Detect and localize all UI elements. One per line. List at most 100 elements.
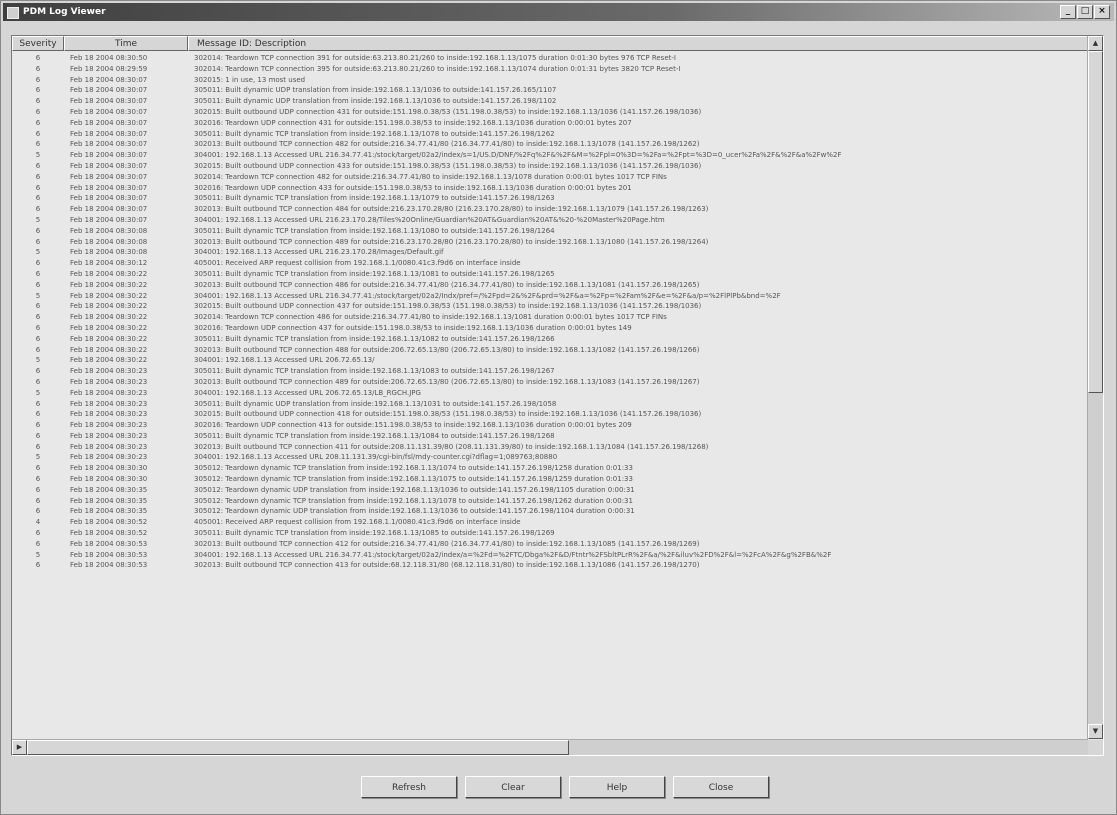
table-row[interactable]: 6 Feb 18 2004 08:30:07 302016: Teardown UD… bbox=[12, 183, 1088, 194]
table-row[interactable]: 6 Feb 18 2004 08:29:59 302014: Teardown TC… bbox=[12, 64, 1088, 75]
row-severity: 6 bbox=[35, 464, 41, 473]
row-time: Feb 18 2004 08:30:23 bbox=[70, 399, 148, 408]
table-row[interactable]: 6 Feb 18 2004 08:30:08 305011: Built dynam… bbox=[12, 226, 1088, 237]
table-row[interactable]: 5 Feb 18 2004 08:30:07 304001: 192.168.1.1… bbox=[12, 150, 1088, 161]
table-row[interactable]: 6 Feb 18 2004 08:30:22 302016: Teardown UD… bbox=[12, 323, 1088, 334]
row-time: Feb 18 2004 08:30:23 bbox=[70, 442, 148, 451]
severity-column-header[interactable]: Severity bbox=[12, 36, 64, 51]
horizontal-scrollbar[interactable]: ◀ ▶ bbox=[12, 739, 1088, 755]
table-row[interactable]: 6 Feb 18 2004 08:30:23 302015: Built outbo… bbox=[12, 409, 1088, 420]
row-severity: 6 bbox=[35, 280, 41, 289]
log-list[interactable]: Severity Time Message ID: Description 6 F… bbox=[11, 35, 1104, 756]
row-severity: 6 bbox=[35, 172, 41, 181]
row-severity: 6 bbox=[35, 118, 41, 127]
time-column-header[interactable]: Time bbox=[64, 36, 188, 51]
table-row[interactable]: 6 Feb 18 2004 08:30:12 405001: Received AR… bbox=[12, 258, 1088, 269]
vertical-scroll-thumb[interactable] bbox=[1088, 51, 1103, 393]
row-severity: 6 bbox=[35, 237, 41, 246]
table-row[interactable]: 6 Feb 18 2004 08:30:22 302013: Built outbo… bbox=[12, 280, 1088, 291]
table-row[interactable]: 6 Feb 18 2004 08:30:08 302013: Built outbo… bbox=[12, 237, 1088, 248]
table-row[interactable]: 6 Feb 18 2004 08:30:07 305011: Built dynam… bbox=[12, 85, 1088, 96]
maximize-button[interactable]: □ bbox=[1077, 5, 1093, 19]
row-severity: 6 bbox=[35, 54, 41, 62]
table-row[interactable]: 6 Feb 18 2004 08:30:22 302014: Teardown TC… bbox=[12, 312, 1088, 323]
horizontal-scroll-thumb[interactable] bbox=[27, 740, 569, 755]
row-time: Feb 18 2004 08:30:07 bbox=[70, 172, 148, 181]
table-row[interactable]: 5 Feb 18 2004 08:30:08 304001: 192.168.1.1… bbox=[12, 247, 1088, 258]
table-row[interactable]: 6 Feb 18 2004 08:30:50 302014: Teardown TC… bbox=[12, 53, 1088, 64]
table-row[interactable]: 5 Feb 18 2004 08:30:23 304001: 192.168.1.1… bbox=[12, 388, 1088, 399]
row-severity: 6 bbox=[35, 269, 41, 278]
row-time: Feb 18 2004 08:30:22 bbox=[70, 302, 148, 311]
table-row[interactable]: 6 Feb 18 2004 08:30:23 305011: Built dynam… bbox=[12, 366, 1088, 377]
row-message: 302016: Teardown UDP connection 413 for … bbox=[194, 421, 632, 430]
table-row[interactable]: 5 Feb 18 2004 08:30:23 304001: 192.168.1.1… bbox=[12, 452, 1088, 463]
table-row[interactable]: 5 Feb 18 2004 08:30:53 304001: 192.168.1.1… bbox=[12, 550, 1088, 561]
row-time: Feb 18 2004 08:30:23 bbox=[70, 388, 148, 397]
table-row[interactable]: 6 Feb 18 2004 08:30:22 305011: Built dynam… bbox=[12, 334, 1088, 345]
table-row[interactable]: 6 Feb 18 2004 08:30:07 302013: Built outbo… bbox=[12, 204, 1088, 215]
vertical-scrollbar[interactable]: ▲ ▼ bbox=[1087, 36, 1103, 739]
table-row[interactable]: 6 Feb 18 2004 08:30:30 305012: Teardown dy… bbox=[12, 474, 1088, 485]
row-message: 302014: Teardown TCP connection 395 for … bbox=[194, 64, 681, 73]
row-message: 302016: Teardown UDP connection 433 for … bbox=[194, 183, 632, 192]
clear-button[interactable]: Clear bbox=[465, 776, 561, 798]
row-message: 302015: Built outbound UDP connection 43… bbox=[194, 161, 702, 170]
table-row[interactable]: 6 Feb 18 2004 08:30:07 302014: Teardown TC… bbox=[12, 172, 1088, 183]
table-row[interactable]: 6 Feb 18 2004 08:30:23 302013: Built outbo… bbox=[12, 377, 1088, 388]
table-row[interactable]: 5 Feb 18 2004 08:30:07 304001: 192.168.1.1… bbox=[12, 215, 1088, 226]
close-window-button[interactable]: × bbox=[1094, 5, 1110, 19]
row-time: Feb 18 2004 08:30:07 bbox=[70, 205, 148, 214]
table-row[interactable]: 6 Feb 18 2004 08:30:35 305012: Teardown dy… bbox=[12, 496, 1088, 507]
close-button[interactable]: Close bbox=[673, 776, 769, 798]
row-time: Feb 18 2004 08:30:07 bbox=[70, 107, 148, 116]
scroll-up-icon[interactable]: ▲ bbox=[1088, 36, 1103, 51]
row-severity: 6 bbox=[35, 302, 41, 311]
table-row[interactable]: 6 Feb 18 2004 08:30:07 302015: Built outbo… bbox=[12, 107, 1088, 118]
row-message: 302013: Built outbound TCP connection 48… bbox=[194, 377, 700, 386]
table-row[interactable]: 6 Feb 18 2004 08:30:07 302016: Teardown UD… bbox=[12, 118, 1088, 129]
row-time: Feb 18 2004 08:30:35 bbox=[70, 496, 148, 505]
table-row[interactable]: 6 Feb 18 2004 08:30:07 302015: Built outbo… bbox=[12, 161, 1088, 172]
scroll-right-icon[interactable]: ▶ bbox=[12, 740, 27, 755]
row-message: 302013: Built outbound TCP connection 41… bbox=[194, 539, 700, 548]
table-row[interactable]: 6 Feb 18 2004 08:30:07 305011: Built dynam… bbox=[12, 193, 1088, 204]
table-row[interactable]: 5 Feb 18 2004 08:30:22 304001: 192.168.1.1… bbox=[12, 291, 1088, 302]
table-row[interactable]: 6 Feb 18 2004 08:30:07 302015: 1 in use, 1… bbox=[12, 75, 1088, 86]
table-row[interactable]: 5 Feb 18 2004 08:30:22 304001: 192.168.1.1… bbox=[12, 355, 1088, 366]
table-row[interactable]: 6 Feb 18 2004 08:30:22 305011: Built dynam… bbox=[12, 269, 1088, 280]
table-row[interactable]: 6 Feb 18 2004 08:30:22 302015: Built outbo… bbox=[12, 301, 1088, 312]
table-row[interactable]: 6 Feb 18 2004 08:30:53 302013: Built outbo… bbox=[12, 539, 1088, 550]
row-severity: 5 bbox=[35, 215, 41, 224]
table-row[interactable]: 6 Feb 18 2004 08:30:53 302013: Built outbo… bbox=[12, 560, 1088, 571]
row-severity: 6 bbox=[35, 75, 41, 84]
table-row[interactable]: 6 Feb 18 2004 08:30:35 305012: Teardown dy… bbox=[12, 485, 1088, 496]
title-bar[interactable]: PDM Log Viewer _ □ × bbox=[3, 3, 1114, 21]
table-row[interactable]: 4 Feb 18 2004 08:30:52 405001: Received AR… bbox=[12, 517, 1088, 528]
row-time: Feb 18 2004 08:30:22 bbox=[70, 356, 148, 365]
table-row[interactable]: 6 Feb 18 2004 08:30:35 305012: Teardown dy… bbox=[12, 506, 1088, 517]
table-row[interactable]: 6 Feb 18 2004 08:30:23 305011: Built dynam… bbox=[12, 431, 1088, 442]
table-row[interactable]: 6 Feb 18 2004 08:30:23 305011: Built dynam… bbox=[12, 399, 1088, 410]
table-row[interactable]: 6 Feb 18 2004 08:30:23 302013: Built outbo… bbox=[12, 442, 1088, 453]
row-severity: 6 bbox=[35, 377, 41, 386]
row-time: Feb 18 2004 08:30:22 bbox=[70, 323, 148, 332]
minimize-button[interactable]: _ bbox=[1060, 5, 1076, 19]
table-row[interactable]: 6 Feb 18 2004 08:30:07 305011: Built dynam… bbox=[12, 129, 1088, 140]
help-button[interactable]: Help bbox=[569, 776, 665, 798]
table-row[interactable]: 6 Feb 18 2004 08:30:07 305011: Built dynam… bbox=[12, 96, 1088, 107]
table-row[interactable]: 6 Feb 18 2004 08:30:52 305011: Built dynam… bbox=[12, 528, 1088, 539]
message-column-header[interactable]: Message ID: Description bbox=[188, 36, 1088, 51]
refresh-button[interactable]: Refresh bbox=[361, 776, 457, 798]
table-row[interactable]: 6 Feb 18 2004 08:30:22 302013: Built outbo… bbox=[12, 345, 1088, 356]
row-time: Feb 18 2004 08:30:53 bbox=[70, 561, 148, 570]
table-row[interactable]: 6 Feb 18 2004 08:30:30 305012: Teardown dy… bbox=[12, 463, 1088, 474]
table-row[interactable]: 6 Feb 18 2004 08:30:23 302016: Teardown UD… bbox=[12, 420, 1088, 431]
row-severity: 6 bbox=[35, 367, 41, 376]
row-message: 302014: Teardown TCP connection 486 for … bbox=[194, 313, 667, 322]
scroll-down-icon[interactable]: ▼ bbox=[1088, 724, 1103, 739]
row-message: 302016: Teardown UDP connection 437 for … bbox=[194, 323, 632, 332]
table-row[interactable]: 6 Feb 18 2004 08:30:07 302013: Built outbo… bbox=[12, 139, 1088, 150]
row-time: Feb 18 2004 08:30:22 bbox=[70, 280, 148, 289]
row-severity: 6 bbox=[35, 313, 41, 322]
